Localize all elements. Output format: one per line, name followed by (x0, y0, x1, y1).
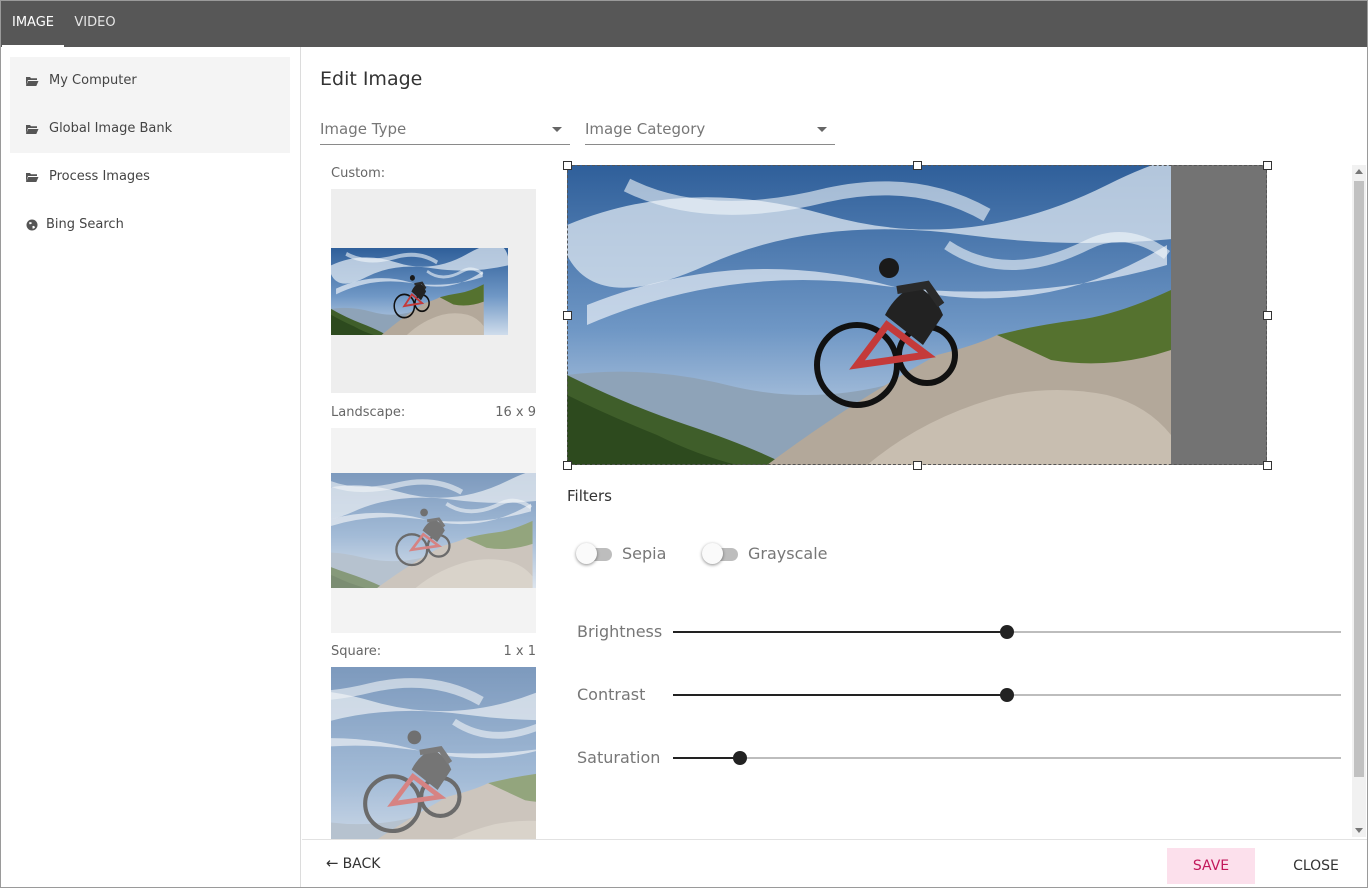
thumb-ratio-square: 1 x 1 (503, 644, 537, 659)
edit-image-panel: Edit Image Image Type Image Category Cus… (302, 47, 1367, 887)
tab-image[interactable]: IMAGE (2, 1, 64, 47)
sepia-toggle[interactable]: Sepia (576, 543, 676, 565)
thumbnail-square[interactable] (331, 667, 536, 839)
back-label: BACK (342, 856, 381, 872)
toggle-knob (702, 543, 723, 564)
scroll-up-icon[interactable] (1355, 169, 1363, 174)
contrast-label: Contrast (577, 685, 646, 704)
brightness-slider: Brightness (577, 620, 1347, 644)
folder-open-icon (26, 173, 39, 182)
editor-footer: ← BACK SAVE CLOSE (302, 839, 1367, 887)
thumbnail-square-photo (331, 667, 536, 839)
chevron-down-icon (817, 127, 827, 132)
sidebar-item-bing-search[interactable]: Bing Search (10, 201, 290, 249)
image-category-value: Image Category (585, 120, 706, 138)
thumb-label-square: Square: (331, 644, 382, 659)
thumbnail-custom[interactable] (331, 189, 536, 393)
sidebar-item-my-computer[interactable]: My Computer (10, 57, 290, 105)
contrast-fill (673, 694, 1007, 696)
sidebar-item-process-images[interactable]: Process Images (10, 153, 290, 201)
source-sidebar: My Computer Global Image Bank Process Im… (1, 47, 301, 887)
sidebar-item-label: Bing Search (46, 217, 124, 232)
chevron-down-icon (552, 127, 562, 132)
sidebar-item-label: Process Images (49, 169, 150, 184)
thumbnail-custom-photo (331, 248, 508, 335)
saturation-slider: Saturation (577, 746, 1347, 770)
thumb-label-custom: Custom: (331, 166, 386, 181)
page-title: Edit Image (320, 68, 423, 90)
sidebar-item-label: My Computer (49, 73, 137, 88)
image-type-value: Image Type (320, 120, 407, 138)
sidebar-item-label: Global Image Bank (49, 121, 173, 136)
crop-frame[interactable] (567, 165, 1267, 465)
contrast-slider: Contrast (577, 683, 1347, 707)
saturation-fill (673, 757, 740, 759)
top-tab-bar: IMAGE VIDEO (1, 1, 1367, 47)
grayscale-toggle[interactable]: Grayscale (702, 543, 832, 565)
back-button[interactable]: ← BACK (326, 854, 380, 878)
brightness-label: Brightness (577, 622, 663, 641)
sepia-label: Sepia (622, 544, 667, 563)
close-button[interactable]: CLOSE (1277, 848, 1355, 884)
scrollbar-thumb[interactable] (1354, 181, 1364, 777)
crop-handle-bottom-right[interactable] (1263, 461, 1272, 470)
thumbnail-landscape[interactable] (331, 428, 536, 633)
tab-video[interactable]: VIDEO (71, 1, 119, 47)
crop-handle-top[interactable] (913, 161, 922, 170)
saturation-rail[interactable] (673, 751, 1341, 765)
contrast-thumb[interactable] (1000, 688, 1014, 702)
thumb-ratio-landscape: 16 x 9 (495, 405, 536, 420)
grayscale-label: Grayscale (748, 544, 828, 563)
saturation-thumb[interactable] (732, 751, 747, 765)
brightness-fill (673, 631, 1007, 633)
crop-handle-left[interactable] (563, 311, 572, 320)
vertical-scrollbar[interactable] (1352, 165, 1366, 837)
globe-icon (26, 219, 38, 231)
toggle-knob (576, 543, 597, 564)
image-category-select[interactable]: Image Category (585, 115, 835, 145)
crop-handle-top-left[interactable] (563, 161, 572, 170)
brightness-rail[interactable] (673, 625, 1341, 639)
crop-handle-bottom[interactable] (913, 461, 922, 470)
contrast-rail[interactable] (673, 688, 1341, 702)
crop-preview-list: Custom: Landscape: 16 x 9 Square: 1 x 1 (331, 165, 536, 839)
crop-handle-bottom-left[interactable] (563, 461, 572, 470)
crop-handle-right[interactable] (1263, 311, 1272, 320)
folder-open-icon (26, 77, 39, 86)
save-button[interactable]: SAVE (1167, 848, 1255, 884)
sidebar-item-global-image-bank[interactable]: Global Image Bank (10, 105, 290, 153)
brightness-thumb[interactable] (1000, 625, 1014, 639)
saturation-label: Saturation (577, 748, 661, 767)
crop-handle-top-right[interactable] (1263, 161, 1272, 170)
folder-open-icon (26, 125, 39, 134)
image-editor-window: IMAGE VIDEO My Computer Global Image Ban… (0, 0, 1368, 888)
arrow-left-icon: ← (326, 854, 339, 872)
thumbnail-landscape-photo (331, 473, 536, 588)
filters-heading: Filters (567, 487, 612, 505)
image-type-select[interactable]: Image Type (320, 115, 570, 145)
thumb-label-landscape: Landscape: (331, 405, 406, 420)
scroll-down-icon[interactable] (1355, 828, 1363, 833)
crop-area[interactable] (563, 161, 1272, 470)
